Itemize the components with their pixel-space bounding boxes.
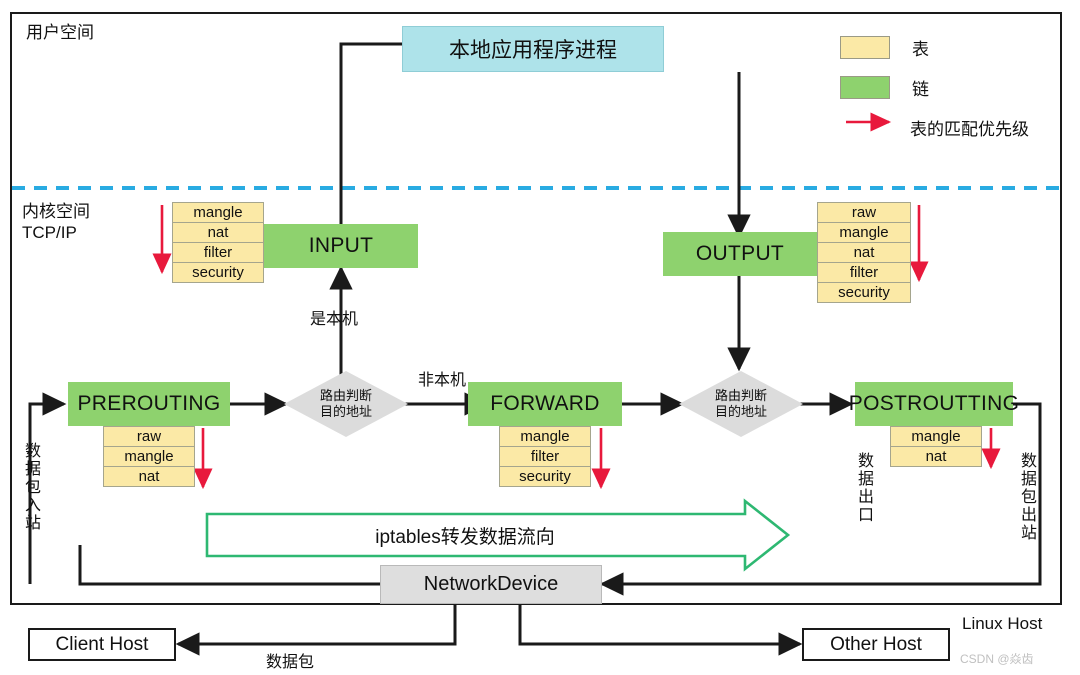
table-row: nat [818,243,910,262]
table-row: filter [500,447,590,466]
label-packet-inbound: 数据包入站 [22,442,39,532]
legend-swatch-chain-icon [840,75,890,99]
iptables-forward-flow-arrow: iptables转发数据流向 [205,512,790,558]
linux-host-label: Linux Host [962,614,1043,633]
chain-input: INPUT [264,224,418,268]
table-row: raw [104,427,194,446]
routing-decision-2: 路由判断 目的地址 [679,371,803,437]
routing-decision-1: 路由判断 目的地址 [284,371,408,437]
legend-item-table: 表 [840,30,1055,64]
label-not-local-host: 非本机 [418,372,466,390]
table-stack-forward: mangle filter security [499,426,591,487]
table-stack-output: raw mangle nat filter security [817,202,911,303]
chain-forward: FORWARD [468,382,622,426]
kernel-space-label-line2: TCP/IP [22,223,77,243]
label-data-exit: 数据出口 [855,452,872,524]
network-device-box: NetworkDevice [380,565,602,604]
label-packet: 数据包 [266,654,315,671]
chain-postrouting: POSTROUTTING [849,382,1019,426]
table-row: mangle [891,427,981,446]
table-stack-prerouting: raw mangle nat [103,426,195,487]
local-application-process-box: 本地应用程序进程 [402,26,664,72]
other-host-box: Other Host [802,628,950,661]
table-row: nat [104,467,194,486]
arrow-device-to-client-host [175,604,457,656]
legend: 表 链 表的匹配优先级 [840,30,1055,150]
label-not-local-host-text: 非本机 [418,372,467,389]
kernel-space-label-line1: 内核空间 [22,202,90,221]
chain-prerouting: PREROUTING [68,382,230,426]
table-row: filter [818,263,910,282]
table-row: nat [173,223,263,242]
table-row: mangle [104,447,194,466]
legend-swatch-table-icon [840,35,890,59]
diagram-canvas: Linux Host 用户空间 内核空间 TCP/IP 表 链 表的匹配优先级 … [0,0,1080,675]
csdn-watermark: CSDN @焱齿 [960,652,1034,666]
table-row: security [173,263,263,282]
table-row: security [818,283,910,302]
label-is-local-host: 是本机 [310,311,359,328]
table-row: mangle [173,203,263,222]
table-row: raw [818,203,910,222]
table-stack-input: mangle nat filter security [172,202,264,283]
label-packet-outbound: 数据包出站 [1018,452,1035,542]
table-row: mangle [500,427,590,446]
chain-output: OUTPUT [663,232,817,276]
arrow-device-to-other-host [518,604,803,656]
routing-decision-1-text: 路由判断 目的地址 [284,371,408,437]
client-host-box: Client Host [28,628,176,661]
table-row: nat [891,447,981,466]
routing-decision-1-line1: 路由判断 [319,387,372,403]
table-stack-postrouting: mangle nat [890,426,982,467]
routing-decision-1-line2: 目的地址 [319,404,372,419]
legend-item-priority: 表的匹配优先级 [840,110,1055,144]
table-row: security [500,467,590,486]
table-row: mangle [818,223,910,242]
routing-decision-2-line2: 目的地址 [714,404,767,419]
user-space-label: 用户空间 [26,23,94,42]
legend-label-chain: 链 [912,79,929,99]
table-row: filter [173,243,263,262]
iptables-forward-flow-label: iptables转发数据流向 [375,526,555,548]
legend-label-priority: 表的匹配优先级 [910,119,1029,139]
legend-item-chain: 链 [840,70,1055,104]
legend-label-table: 表 [912,39,929,59]
routing-decision-2-text: 路由判断 目的地址 [679,371,803,437]
kernel-space-label: 内核空间 TCP/IP [22,201,90,244]
legend-red-arrow-icon [840,117,888,138]
routing-decision-2-line1: 路由判断 [714,387,767,403]
